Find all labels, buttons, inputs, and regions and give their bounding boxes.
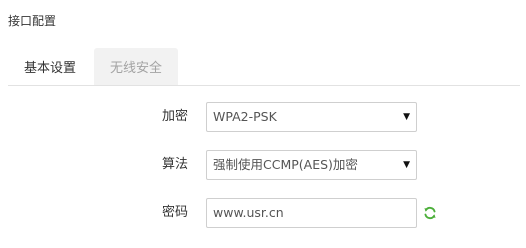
dropdown-arrow-icon: ▼ (403, 160, 410, 170)
encryption-label: 加密 (161, 109, 188, 124)
encryption-row: 加密 WPA2-PSK ▼ (0, 102, 526, 132)
interface-config-page: 接口配置 基本设置 无线安全 加密 WPA2-PSK ▼ 算法 强制使用CCMP… (0, 0, 526, 248)
tab-basic-settings[interactable]: 基本设置 (8, 48, 92, 85)
algorithm-label: 算法 (161, 157, 188, 172)
algorithm-value: 强制使用CCMP(AES)加密 (213, 157, 358, 172)
password-row: 密码 www.usr.cn (0, 198, 526, 228)
section-title: 接口配置 (8, 14, 57, 28)
tab-bar: 基本设置 无线安全 (8, 48, 520, 86)
algorithm-select[interactable]: 强制使用CCMP(AES)加密 ▼ (206, 150, 417, 180)
dropdown-arrow-icon: ▼ (403, 112, 410, 122)
encryption-value: WPA2-PSK (213, 109, 277, 124)
tab-wireless-security[interactable]: 无线安全 (94, 48, 178, 85)
encryption-select[interactable]: WPA2-PSK ▼ (206, 102, 417, 132)
refresh-icon[interactable] (423, 206, 437, 220)
password-label: 密码 (161, 205, 188, 220)
algorithm-row: 算法 强制使用CCMP(AES)加密 ▼ (0, 150, 526, 180)
password-input[interactable]: www.usr.cn (206, 198, 417, 228)
